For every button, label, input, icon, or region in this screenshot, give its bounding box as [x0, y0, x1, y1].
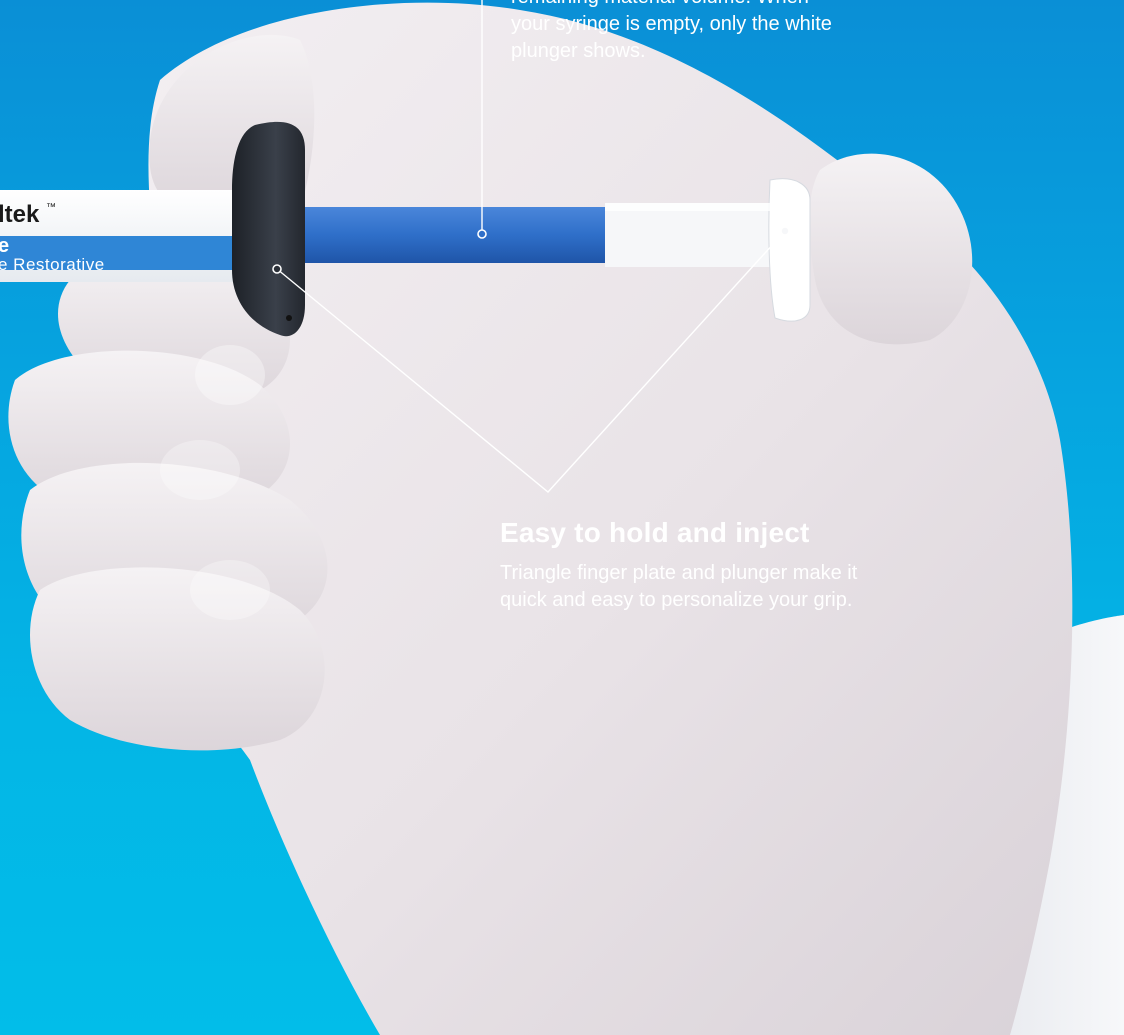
plunger-rod [280, 207, 625, 263]
callout-easy-hold-text: Triangle finger plate and plunger make i… [500, 560, 1060, 614]
glove-thumb [809, 153, 973, 345]
syringe-label-line2: e [0, 235, 9, 257]
callout-line: Triangle finger plate and plunger make i… [500, 562, 858, 584]
syringe-label-line3: e Restorative [0, 255, 105, 274]
leader-dot-rod [477, 229, 487, 239]
syringe-brand: ltek [0, 201, 40, 228]
callout-heading: Easy to hold and inject [500, 517, 810, 548]
callout-line: quick and easy to personalize your grip. [500, 589, 853, 611]
callout-line: your syringe is empty, only the white [511, 13, 832, 35]
product-image: ltek ™ e e Restorative remaining materia… [0, 0, 1124, 1035]
leader-dot-cap [780, 226, 790, 236]
leader-dot-plate [272, 264, 282, 274]
syringe-trademark: ™ [46, 202, 56, 213]
callout-line: remaining material volume. When [511, 0, 991, 11]
callout-easy-hold: Easy to hold and inject Triangle finger … [500, 516, 1060, 614]
callout-remaining-volume: remaining material volume. When your syr… [511, 0, 991, 65]
callout-line: plunger shows. [511, 40, 646, 62]
finger-plate [232, 121, 305, 337]
callout-remaining-volume-text: remaining material volume. When your syr… [511, 0, 991, 65]
